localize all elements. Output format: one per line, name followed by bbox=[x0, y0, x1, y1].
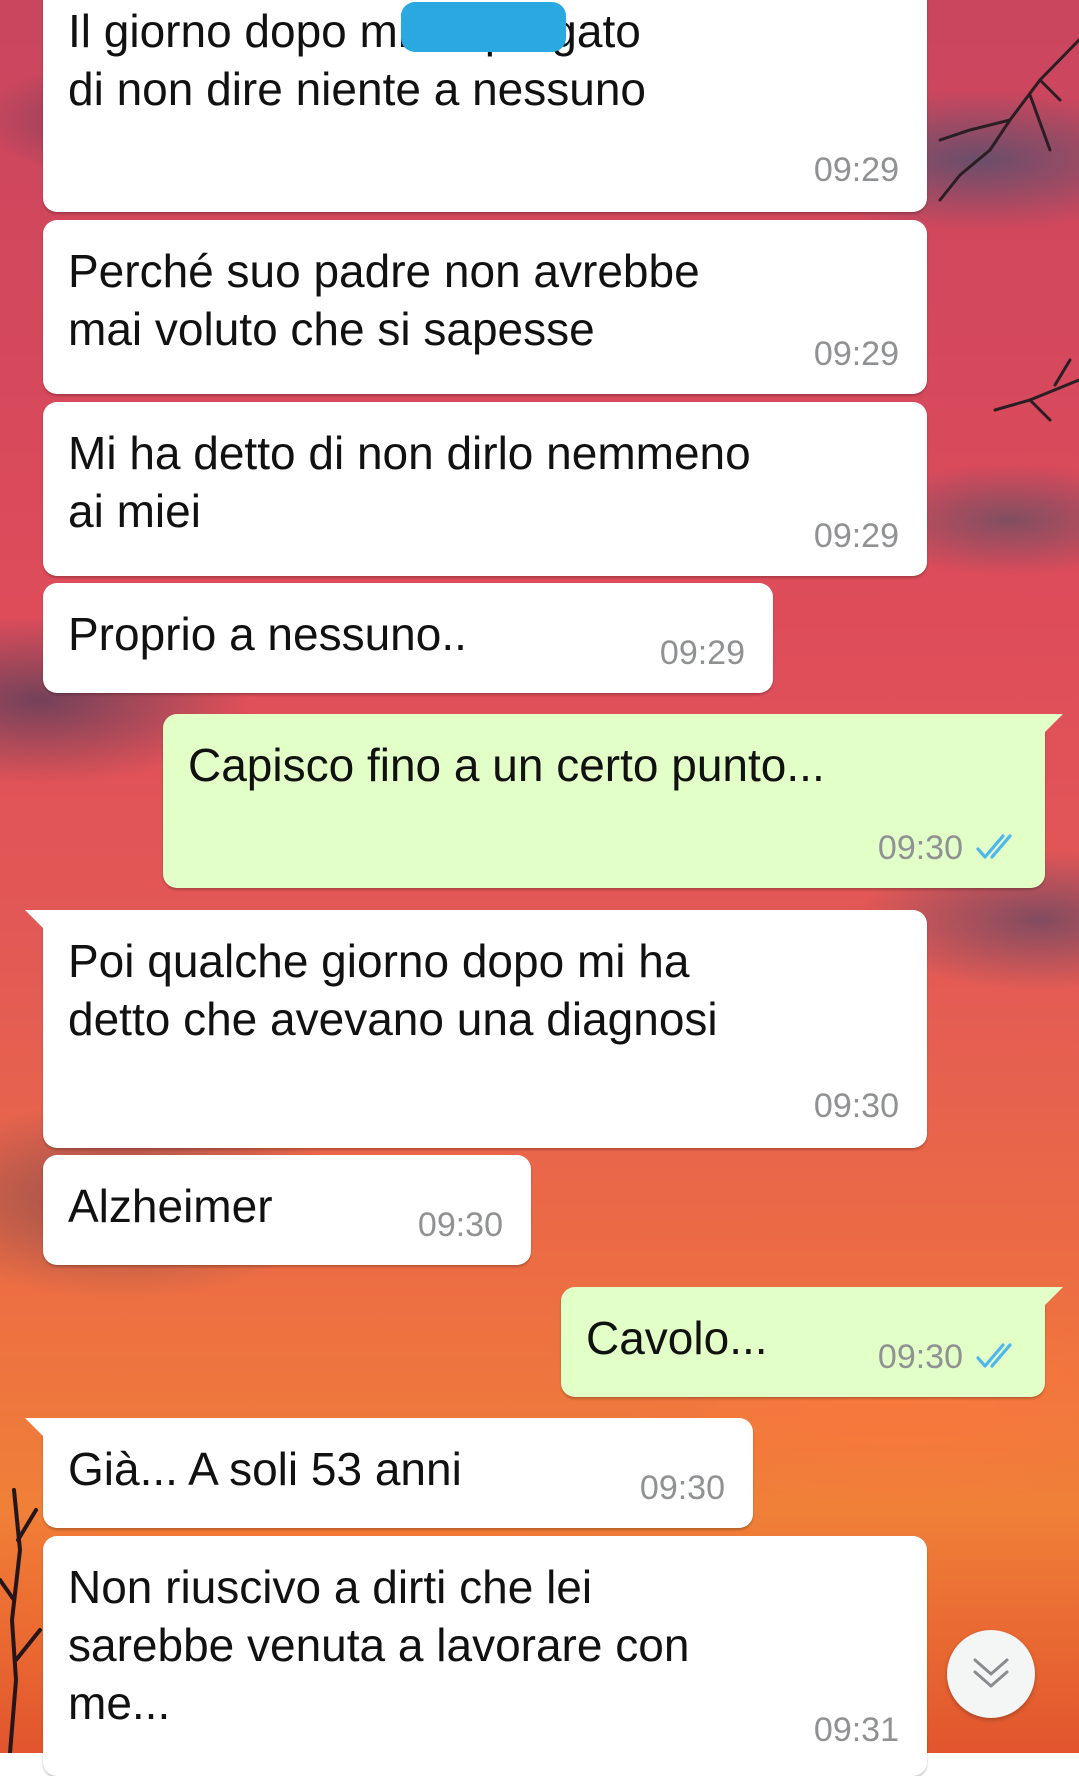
message-timestamp: 09:30 bbox=[813, 1087, 899, 1125]
double-chevron-down-icon bbox=[973, 1658, 1009, 1688]
message-bubble-outgoing[interactable]: Capisco fino a un certo punto... 09:30 bbox=[163, 714, 1063, 888]
message-text: Mi ha detto di non dirlo nemmeno ai miei bbox=[68, 427, 751, 537]
message-timestamp: 09:30 bbox=[877, 1338, 963, 1376]
message-text: Capisco fino a un certo punto... bbox=[188, 739, 825, 791]
message-text: Poi qualche giorno dopo mi ha detto che … bbox=[68, 935, 718, 1045]
message-bubble-incoming[interactable]: Poi qualche giorno dopo mi ha detto che … bbox=[25, 910, 927, 1148]
message-timestamp: 09:31 bbox=[813, 1711, 899, 1749]
message-bubble-incoming[interactable]: Mi ha detto di non dirlo nemmeno ai miei… bbox=[43, 402, 927, 576]
message-timestamp: 09:29 bbox=[813, 517, 899, 555]
message-bubble-incoming[interactable]: Già... A soli 53 anni 09:30 bbox=[25, 1418, 753, 1528]
message-bubble-outgoing[interactable]: Cavolo... 09:30 bbox=[561, 1287, 1063, 1397]
message-timestamp: 09:30 bbox=[877, 829, 963, 867]
message-bubble-incoming[interactable]: Proprio a nessuno.. 09:29 bbox=[43, 583, 773, 693]
double-check-read-icon bbox=[976, 1343, 1012, 1368]
message-text: Cavolo... bbox=[586, 1312, 768, 1364]
scroll-to-bottom-button[interactable] bbox=[947, 1630, 1035, 1718]
message-timestamp: 09:29 bbox=[813, 335, 899, 373]
message-timestamp: 09:30 bbox=[417, 1206, 503, 1244]
message-bubble-incoming[interactable]: Non riuscivo a dirti che lei sarebbe ven… bbox=[43, 1536, 927, 1776]
message-bubble-incoming[interactable]: Alzheimer 09:30 bbox=[43, 1155, 531, 1265]
redaction-mark bbox=[401, 2, 566, 52]
message-timestamp: 09:29 bbox=[659, 634, 745, 672]
message-timestamp: 09:29 bbox=[813, 151, 899, 189]
message-text: Perché suo padre non avrebbe mai voluto … bbox=[68, 245, 700, 355]
message-bubble-incoming[interactable]: Perché suo padre non avrebbe mai voluto … bbox=[43, 220, 927, 394]
message-text: Alzheimer bbox=[68, 1180, 273, 1232]
double-check-read-icon bbox=[976, 834, 1012, 859]
message-timestamp: 09:30 bbox=[639, 1469, 725, 1507]
message-text: Già... A soli 53 anni bbox=[68, 1443, 462, 1495]
message-text: Proprio a nessuno.. bbox=[68, 608, 467, 660]
message-bubble-incoming[interactable]: Il giorno dopo mi ha pregato di non dire… bbox=[43, 0, 927, 212]
message-text: Non riuscivo a dirti che lei sarebbe ven… bbox=[68, 1561, 690, 1729]
